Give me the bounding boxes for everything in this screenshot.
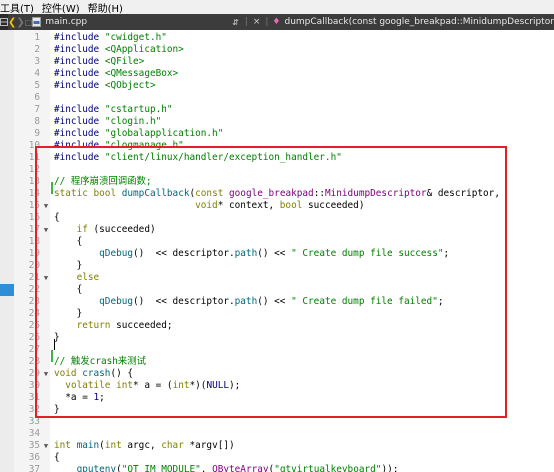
code-token: int [54,440,77,451]
line-number: 6 [34,92,40,103]
symbol-selector[interactable]: dumpCallback(const google_breakpad::Mini… [285,17,554,27]
fold-arrow-icon[interactable]: ▼ [42,440,50,452]
code-line[interactable]: 37 qputenv("QT_IM_MODULE", QByteArray("q… [0,464,554,472]
updown-arrows-icon[interactable]: ⇵ [232,18,239,27]
close-icon[interactable]: × [253,17,261,27]
code-line[interactable]: 3 #include <QFile> [0,56,554,68]
code-token: { [54,452,60,463]
line-number: 35 [28,440,40,451]
code-text: #include <QFile> [54,56,144,68]
code-line[interactable]: 34 [0,428,554,440]
code-token: , [200,464,213,472]
code-text: #include <QObject> [54,80,156,92]
code-token: "clogin.h" [104,116,162,127]
code-token: "globalapplication.h" [104,128,224,139]
lock-icon: □ [24,17,33,27]
code-token: "cwidget.h" [104,32,167,43]
menu-bar: 工具(T) 控件(W) 帮助(H) [0,0,554,15]
code-token: char [161,440,190,451]
code-text: { [54,452,60,464]
cpp-file-icon [32,17,42,27]
code-text: qputenv("QT_IM_MODULE", QByteArray("qtvi… [54,464,399,472]
chevron-left-icon[interactable]: ❮ [8,17,16,28]
code-token: *argv[]) [189,440,235,451]
code-token: #include [54,68,105,79]
code-line[interactable]: 35 ▼ int main(int argc, char *argv[]) [0,440,554,452]
line-number: 7 [34,104,40,115]
function-icon: ♦ [272,17,281,27]
menu-tools[interactable]: 工具(T) [0,0,34,15]
line-number: 5 [34,80,40,91]
code-line[interactable]: 6 [0,92,554,104]
code-text: #include "globalapplication.h" [54,128,223,140]
chevron-right-icon[interactable]: ❯ [16,17,24,28]
line-number: 8 [34,116,40,127]
line-number: 36 [28,452,40,463]
code-line[interactable]: 2 #include <QApplication> [0,44,554,56]
code-line[interactable]: 1 #include "cwidget.h" [0,32,554,44]
menu-widgets[interactable]: 控件(W) [42,0,80,15]
line-number: 2 [34,44,40,55]
code-token: )); [381,464,399,472]
divider: | [244,17,248,27]
code-token: <QObject> [104,80,156,91]
divider: | [265,17,269,27]
code-token: #include [54,44,105,55]
code-line[interactable]: 5 #include <QObject> [0,80,554,92]
code-token: "QT_IM_MODULE" [121,464,201,472]
code-text: #include "cstartup.h" [54,104,173,116]
code-token: argc, [127,440,162,451]
line-number: 1 [34,32,40,43]
code-token: <QApplication> [104,44,184,55]
code-line[interactable]: 8 #include "clogin.h" [0,116,554,128]
code-token: "qtvirtualkeyboard" [274,464,382,472]
code-text: int main(int argc, char *argv[]) [54,440,235,452]
code-token: qputenv [76,464,117,472]
code-token: QByteArray [212,464,269,472]
line-number: 37 [28,464,40,472]
code-line[interactable]: 9 #include "globalapplication.h" [0,128,554,140]
split-icon[interactable] [0,14,8,30]
menu-help[interactable]: 帮助(H) [88,0,123,15]
line-number: 34 [28,428,40,439]
code-token: <QMessageBox> [104,68,179,79]
code-token: #include [54,104,105,115]
code-text: #include "cwidget.h" [54,32,167,44]
code-token: <QFile> [104,56,145,67]
line-number: 9 [34,128,40,139]
code-token: #include [54,32,105,43]
editor-toolbar: ❮ ❯ □ main.cpp ⇵ | × | ♦ dumpCallback(co… [0,14,554,30]
file-name[interactable]: main.cpp [45,17,87,27]
line-number: 3 [34,56,40,67]
code-text: #include "clogin.h" [54,116,161,128]
code-line[interactable]: 36 { [0,452,554,464]
code-token: #include [54,80,105,91]
code-text: #include <QApplication> [54,44,184,56]
line-number: 4 [34,68,40,79]
code-token: #include [54,116,105,127]
code-token: "cstartup.h" [104,104,173,115]
code-token: int [104,440,128,451]
code-line[interactable]: 4 #include <QMessageBox> [0,68,554,80]
code-token: #include [54,56,105,67]
code-token: main [76,440,100,451]
code-token: #include [54,128,105,139]
code-line[interactable]: 7 #include "cstartup.h" [0,104,554,116]
highlight-box [35,146,507,418]
code-text: #include <QMessageBox> [54,68,178,80]
